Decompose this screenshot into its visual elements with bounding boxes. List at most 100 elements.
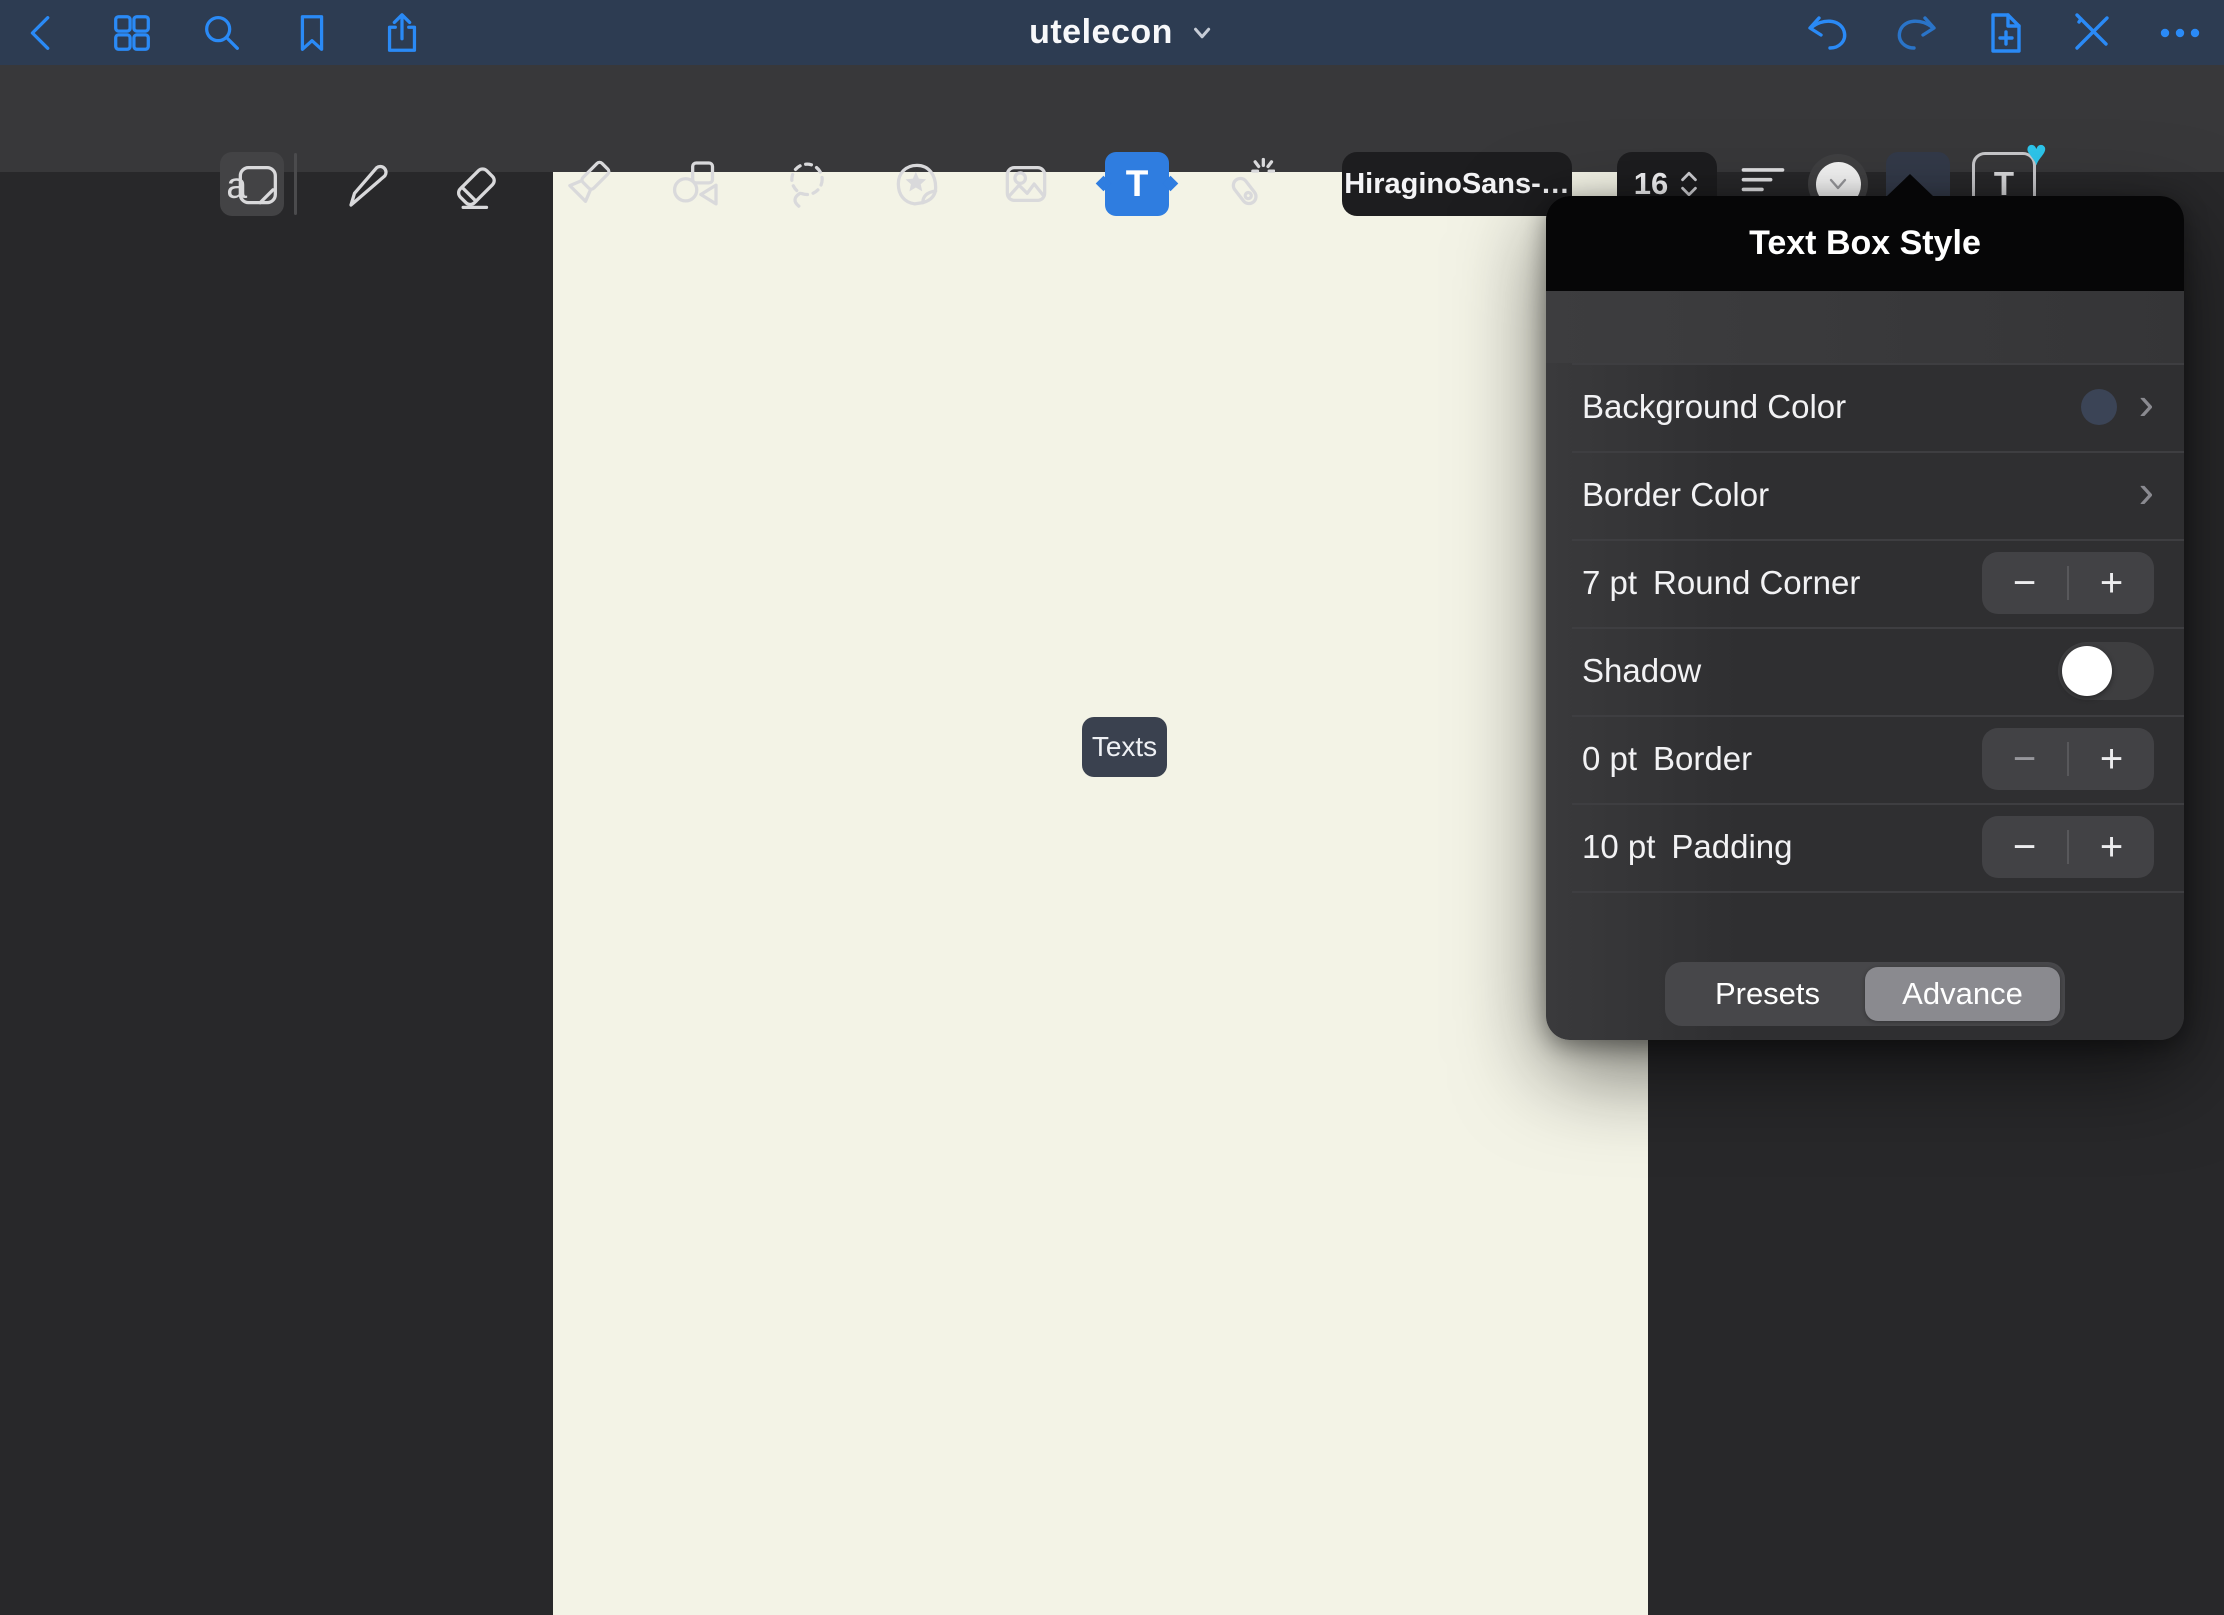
search-icon bbox=[199, 10, 245, 56]
highlighter-tool-button[interactable] bbox=[556, 152, 620, 216]
row-label: Padding bbox=[1671, 828, 1792, 866]
notes-app-screen: utelecon a bbox=[0, 0, 2224, 1615]
stickers-tool-button[interactable] bbox=[885, 152, 949, 216]
highlighter-icon bbox=[560, 156, 616, 212]
zoom-window-icon: a bbox=[224, 156, 280, 212]
toggle-knob bbox=[2062, 646, 2112, 696]
zoom-window-tool-button[interactable]: a bbox=[220, 152, 284, 216]
disable-pen-button[interactable] bbox=[2062, 3, 2122, 63]
increase-button[interactable]: + bbox=[2069, 728, 2154, 790]
image-tool-button[interactable] bbox=[994, 152, 1058, 216]
chevron-right-icon: › bbox=[2139, 471, 2154, 511]
ellipsis-icon bbox=[2156, 9, 2204, 57]
back-button[interactable] bbox=[12, 3, 72, 63]
border-width-value: 0 pt bbox=[1582, 740, 1637, 778]
document-page[interactable]: Texts bbox=[553, 172, 1648, 1615]
chevron-down-icon bbox=[1187, 20, 1217, 46]
row-label: Border bbox=[1653, 740, 1752, 778]
add-page-icon bbox=[1980, 9, 2028, 57]
document-title: utelecon bbox=[1029, 13, 1173, 52]
shapes-icon bbox=[667, 156, 723, 212]
image-icon bbox=[998, 156, 1054, 212]
padding-value: 10 pt bbox=[1582, 828, 1655, 866]
row-label: Background Color bbox=[1582, 388, 1846, 426]
style-settings-list: Background Color › Border Color › 7 pt R… bbox=[1546, 363, 2184, 891]
tools-toolbar: a bbox=[0, 65, 2224, 172]
style-preview-band bbox=[1546, 291, 2184, 363]
presets-tab[interactable]: Presets bbox=[1670, 967, 1865, 1021]
decrease-button[interactable]: − bbox=[1982, 816, 2067, 878]
text-box[interactable]: Texts bbox=[1082, 717, 1167, 777]
search-button[interactable] bbox=[192, 3, 252, 63]
chevron-left-icon bbox=[19, 10, 65, 56]
background-color-swatch bbox=[2081, 389, 2117, 425]
topbar-right-group bbox=[1798, 0, 2224, 65]
plus-icon: + bbox=[2100, 825, 2123, 870]
row-shadow: Shadow bbox=[1546, 627, 2184, 715]
redo-button[interactable] bbox=[1886, 3, 1946, 63]
row-background-color[interactable]: Background Color › bbox=[1546, 363, 2184, 451]
pen-crossed-icon bbox=[2068, 9, 2116, 57]
popover-title-text: Text Box Style bbox=[1749, 224, 1981, 263]
plus-icon: + bbox=[2100, 737, 2123, 782]
more-options-button[interactable] bbox=[2150, 3, 2210, 63]
row-border-color[interactable]: Border Color › bbox=[1546, 451, 2184, 539]
up-down-chevrons-icon bbox=[1678, 169, 1700, 199]
minus-icon: − bbox=[2013, 737, 2036, 782]
popover-arrow bbox=[1886, 174, 1934, 197]
plus-icon: + bbox=[2100, 561, 2123, 606]
bookmark-button[interactable] bbox=[282, 3, 342, 63]
eraser-icon bbox=[448, 156, 504, 212]
add-page-button[interactable] bbox=[1974, 3, 2034, 63]
text-tool-button[interactable]: T bbox=[1105, 152, 1169, 216]
border-width-stepper: − + bbox=[1982, 728, 2154, 790]
laser-pointer-tool-button[interactable] bbox=[1215, 152, 1279, 216]
share-button[interactable] bbox=[372, 3, 432, 63]
undo-icon bbox=[1804, 9, 1852, 57]
advance-tab[interactable]: Advance bbox=[1865, 967, 2060, 1021]
text-tool-glyph: T bbox=[1126, 163, 1149, 205]
undo-button[interactable] bbox=[1798, 3, 1858, 63]
row-padding: 10 pt Padding − + bbox=[1546, 803, 2184, 891]
round-corner-value: 7 pt bbox=[1582, 564, 1637, 602]
padding-stepper: − + bbox=[1982, 816, 2154, 878]
share-icon bbox=[379, 10, 425, 56]
round-corner-stepper: − + bbox=[1982, 552, 2154, 614]
pen-icon bbox=[337, 156, 393, 212]
minus-icon: − bbox=[2013, 561, 2036, 606]
chevron-right-icon: › bbox=[2139, 383, 2154, 423]
lasso-tool-button[interactable] bbox=[775, 152, 839, 216]
shadow-toggle[interactable] bbox=[2058, 642, 2154, 700]
font-family-button[interactable]: HiraginoSans-… bbox=[1342, 152, 1572, 216]
laser-pointer-icon bbox=[1219, 156, 1275, 212]
decrease-button[interactable]: − bbox=[1982, 728, 2067, 790]
font-name-label: HiraginoSans-… bbox=[1344, 168, 1570, 201]
increase-button[interactable]: + bbox=[2069, 816, 2154, 878]
eraser-tool-button[interactable] bbox=[444, 152, 508, 216]
shapes-tool-button[interactable] bbox=[663, 152, 727, 216]
popover-footer: Presets Advance bbox=[1546, 891, 2184, 1040]
document-title-button[interactable]: utelecon bbox=[1001, 0, 1223, 65]
row-label: Round Corner bbox=[1653, 564, 1860, 602]
minus-icon: − bbox=[2013, 825, 2036, 870]
page-thumbnails-button[interactable] bbox=[102, 3, 162, 63]
redo-icon bbox=[1892, 9, 1940, 57]
grid-icon bbox=[109, 10, 155, 56]
decrease-button[interactable]: − bbox=[1982, 552, 2067, 614]
favorite-heart-icon: ♥ bbox=[2026, 135, 2047, 171]
text-box-style-popover: Text Box Style Background Color › Border… bbox=[1546, 196, 2184, 1040]
pen-tool-button[interactable] bbox=[333, 152, 397, 216]
row-border-width: 0 pt Border − + bbox=[1546, 715, 2184, 803]
lasso-icon bbox=[779, 156, 835, 212]
presets-advance-segmented-control: Presets Advance bbox=[1665, 962, 2065, 1026]
toolbar-divider bbox=[294, 153, 297, 215]
row-label: Shadow bbox=[1582, 652, 1701, 690]
chevron-down-icon bbox=[1828, 177, 1848, 191]
svg-text:a: a bbox=[226, 164, 247, 206]
topbar-left-group bbox=[0, 0, 432, 65]
bookmark-icon bbox=[289, 10, 335, 56]
sticker-icon bbox=[889, 156, 945, 212]
row-label: Border Color bbox=[1582, 476, 1769, 514]
increase-button[interactable]: + bbox=[2069, 552, 2154, 614]
row-round-corner: 7 pt Round Corner − + bbox=[1546, 539, 2184, 627]
